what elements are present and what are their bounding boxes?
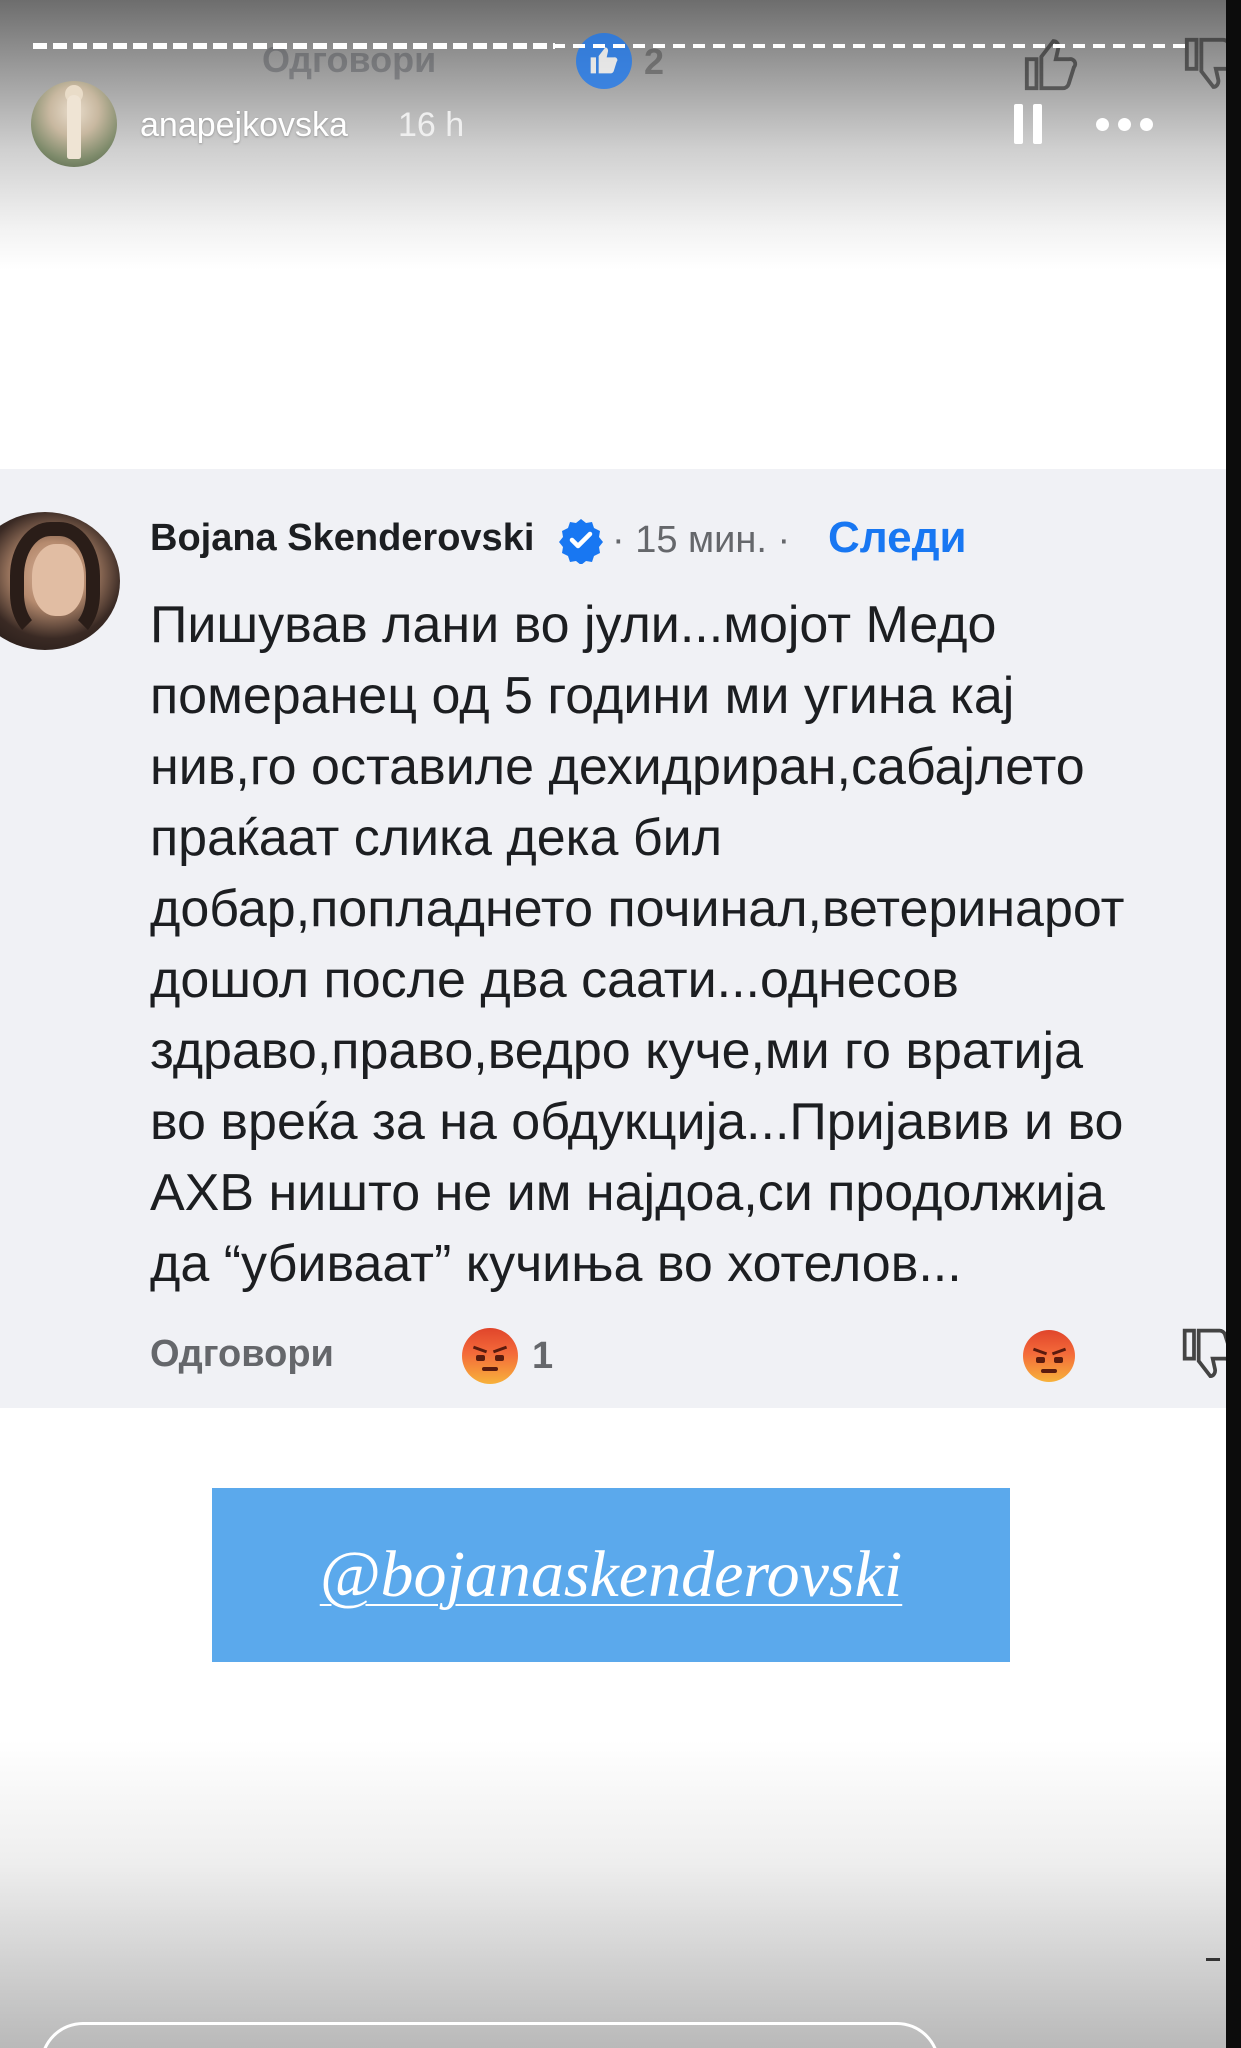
angry-reaction-icon (1023, 1330, 1075, 1382)
story-viewer[interactable]: Одговори 2 Одговори 2 anapejkovska 16 h (0, 0, 1226, 2048)
comment-meta: · 15 мин. · (612, 519, 791, 561)
comment-text: Пишував лани во јули...мојот Медо помера… (150, 596, 1125, 1293)
more-icon[interactable] (1096, 118, 1156, 132)
follow-label: Следи (828, 513, 967, 562)
story-progress-fill (33, 43, 555, 49)
pause-icon[interactable] (1012, 104, 1044, 144)
reply-input[interactable] (40, 2022, 940, 2048)
thumbs-down-icon (1180, 1326, 1226, 1387)
author-avatar[interactable] (31, 81, 117, 167)
like-reaction-icon-overlay (576, 33, 632, 89)
background-comment-row-overlay: Одговори 2 (0, 15, 1226, 91)
commenter-name: Bojana Skenderovski (150, 517, 535, 559)
right-edge (1226, 0, 1241, 2048)
comment-reply-label: Одговори (150, 1333, 334, 1375)
story-timestamp: 16 h (398, 106, 465, 144)
mention-text[interactable]: @bojanaskenderovski (212, 1488, 1010, 1662)
angry-reaction-icon (462, 1328, 518, 1384)
mention-sticker[interactable]: @bojanaskenderovski (212, 1488, 1010, 1662)
bottom-gradient-overlay (0, 1740, 1226, 2048)
verified-icon (557, 516, 605, 565)
story-username[interactable]: anapejkovska (140, 106, 348, 145)
edge-mark (1206, 1958, 1220, 1961)
reaction-count: 1 (532, 1335, 554, 1377)
